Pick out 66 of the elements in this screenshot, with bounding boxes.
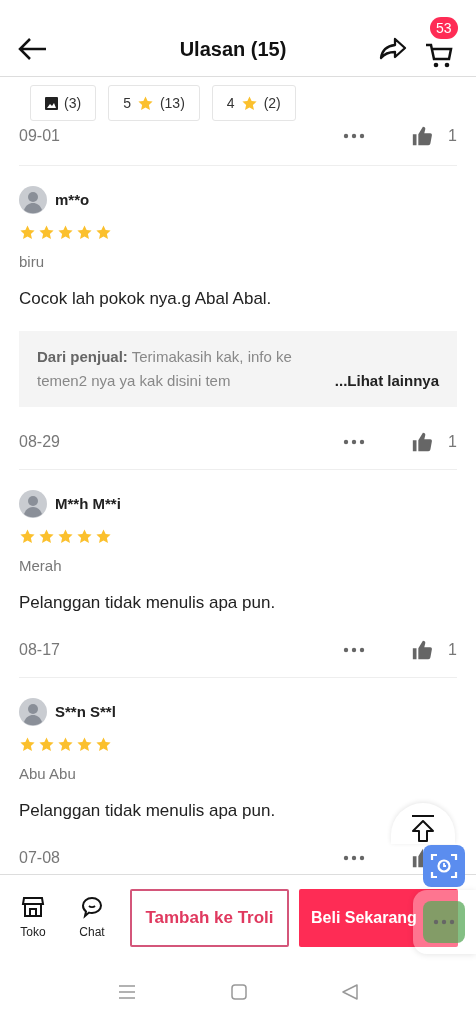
review-text: Pelanggan tidak menulis apa pun. [19,591,277,614]
add-to-cart-button[interactable]: Tambah ke Troli [130,888,289,947]
star-icon [95,528,112,545]
star-icon [38,528,55,545]
reviewer-name: S**n S**l [55,701,116,722]
filter-chip[interactable]: 4 (2) [211,85,296,121]
like-count: 1 [448,433,457,450]
star-icon [19,528,36,545]
thumbs-up-icon[interactable] [411,125,433,147]
more-icon[interactable] [343,647,365,653]
star-icon [57,528,74,545]
more-icon[interactable] [343,133,365,139]
star-icon [19,736,36,753]
store-icon[interactable] [21,894,45,919]
thumbs-up-icon[interactable] [411,639,433,661]
cart-badge: 53 [430,17,458,39]
scroll-to-top-button[interactable] [391,803,455,844]
star-icon [38,736,55,753]
see-more-link[interactable]: ...Lihat lainnya [334,369,439,393]
floating-app-button[interactable] [423,901,465,943]
reviewer-name: m**o [55,189,90,210]
image-icon [45,96,58,110]
page-title: Ulasan (15) [179,38,287,60]
back-icon[interactable] [342,984,358,1000]
product-variant: biru [19,252,45,272]
product-variant: Abu Abu [19,764,77,784]
thumbs-up-icon[interactable] [411,847,423,869]
star-icon [136,94,154,112]
filter-chip[interactable]: 5 (13) [108,85,200,121]
star-icon [240,94,258,112]
review-date: 08-17 [19,640,60,660]
like-count: 1 [448,641,457,658]
camera-scan-icon [430,852,458,880]
home-icon[interactable] [231,984,247,1000]
seller-reply-text: Dari penjual: Terimakasih kak, info ke temen2 nya ya kak disini tem [37,347,293,391]
review-date: 07-08 [19,848,60,868]
more-icon[interactable] [343,855,365,861]
like-count: 1 [448,127,457,144]
star-icon [57,736,74,753]
thumbs-up-icon[interactable] [411,431,433,453]
product-variant: Merah [19,556,63,576]
reviewer-name: M**h M**i [55,493,121,514]
more-icon[interactable] [343,439,365,445]
star-icon [19,224,36,241]
review-text: Cocok lah pokok nya.g Abal Abal. [19,287,273,310]
chat-label: Chat [79,923,105,941]
review-date: 09-01 [19,126,60,146]
star-icon [95,224,112,241]
avatar [19,698,47,726]
back-arrow-icon[interactable] [18,37,48,61]
cart-icon[interactable] [424,41,454,69]
arrow-up-icon [410,815,436,843]
review-text: Pelanggan tidak menulis apa pun. [19,799,277,822]
avatar [19,490,47,518]
store-label: Toko [20,923,46,941]
star-icon [76,224,93,241]
star-icon [76,528,93,545]
filter-chip[interactable]: (3) [30,85,97,121]
review-date: 08-29 [19,432,60,452]
star-icon [38,224,55,241]
avatar [19,186,47,214]
star-icon [57,224,74,241]
share-icon[interactable] [378,36,408,62]
chat-icon[interactable] [80,894,104,919]
star-icon [76,736,93,753]
star-icon [95,736,112,753]
